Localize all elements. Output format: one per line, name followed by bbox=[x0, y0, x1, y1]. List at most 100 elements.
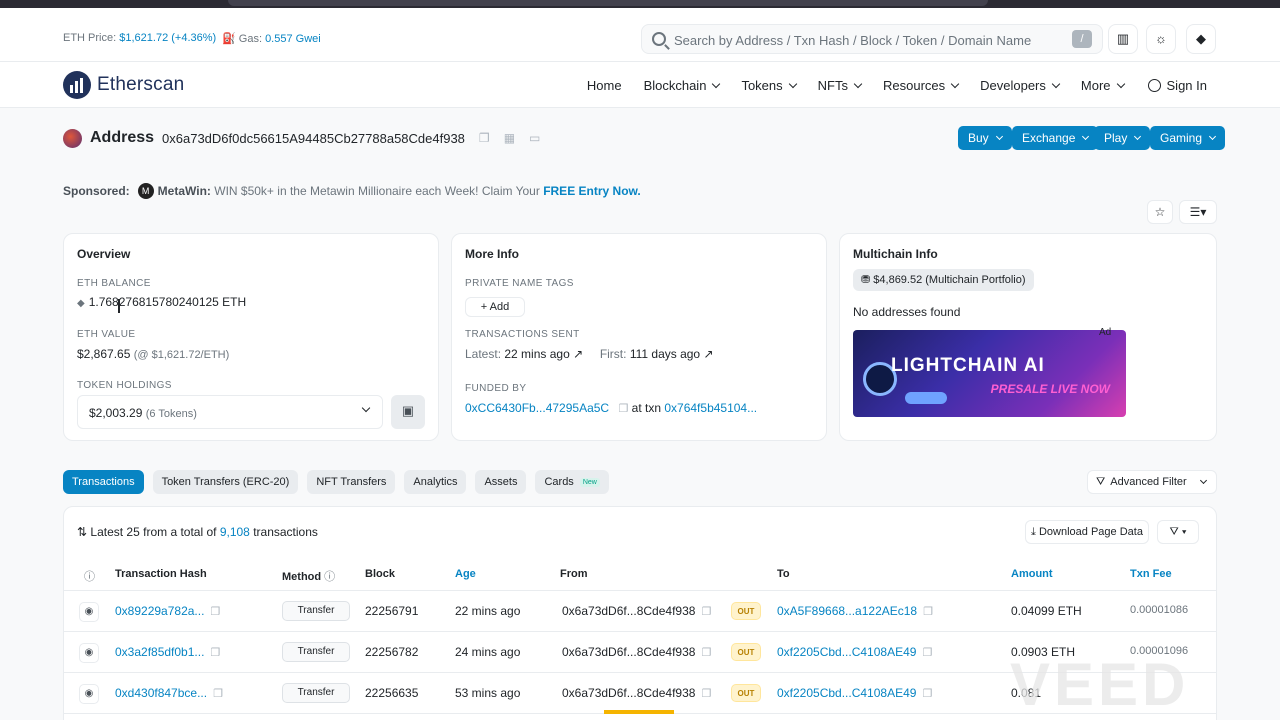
copy-icon[interactable]: ❐ bbox=[479, 131, 490, 145]
chevron-down-icon bbox=[853, 79, 863, 88]
block-link[interactable]: 22256791 bbox=[365, 604, 418, 618]
eye-icon[interactable]: ◉ bbox=[79, 684, 99, 704]
tab-token-transfers[interactable]: Token Transfers (ERC-20) bbox=[152, 470, 299, 494]
tx-age: 22 mins ago bbox=[455, 604, 521, 618]
nav-home[interactable]: Home bbox=[587, 78, 622, 93]
first-tx-link[interactable]: 111 days ago ↗ bbox=[630, 347, 714, 361]
tx-fee: 0.00001086 bbox=[1130, 604, 1189, 616]
eye-icon[interactable]: ◉ bbox=[79, 602, 99, 622]
sponsored-label: Sponsored: bbox=[63, 184, 130, 198]
copy-icon[interactable]: ❐ bbox=[922, 688, 932, 700]
star-icon[interactable]: ☆ bbox=[1147, 200, 1173, 224]
etherscan-logo[interactable]: Etherscan bbox=[63, 70, 184, 100]
nav-tokens[interactable]: Tokens bbox=[741, 78, 797, 93]
copy-icon[interactable]: ❐ bbox=[922, 647, 932, 659]
info-icon[interactable]: ⓘ bbox=[324, 571, 335, 583]
ethereum-icon[interactable]: ◆ bbox=[1186, 24, 1216, 54]
method-badge: Transfer bbox=[282, 642, 350, 662]
block-link[interactable]: 22256635 bbox=[365, 686, 418, 700]
copy-icon[interactable]: ❐ bbox=[210, 647, 220, 659]
funded-by-label: FUNDED BY bbox=[465, 383, 527, 394]
gas-value[interactable]: 0.557 Gwei bbox=[265, 33, 321, 45]
to-address-link[interactable]: 0xf2205Cbd...C4108AE49 bbox=[777, 645, 916, 659]
copy-icon[interactable]: ❐ bbox=[618, 403, 628, 415]
qr-code-icon[interactable]: ▦ bbox=[504, 131, 515, 145]
tx-age: 24 mins ago bbox=[455, 645, 521, 659]
main-navbar: Etherscan Home Blockchain Tokens NFTs Re… bbox=[0, 62, 1280, 108]
copy-icon[interactable]: ❐ bbox=[701, 647, 711, 659]
token-holdings-dropdown[interactable]: $2,003.29 (6 Tokens) bbox=[77, 395, 383, 429]
wallet-icon[interactable]: ▣ bbox=[391, 395, 425, 429]
comment-icon[interactable]: ▭ bbox=[529, 131, 540, 145]
book-icon[interactable]: ▥ bbox=[1108, 24, 1138, 54]
multichain-portfolio-button[interactable]: ⛃ $4,869.52 (Multichain Portfolio) bbox=[853, 269, 1034, 291]
nav-more[interactable]: More bbox=[1081, 78, 1125, 93]
sponsor-text: WIN $50k+ in the Metawin Millionaire eac… bbox=[214, 184, 540, 198]
sponsor-cta-link[interactable]: FREE Entry Now. bbox=[543, 184, 641, 198]
tab-assets[interactable]: Assets bbox=[475, 470, 527, 494]
sun-icon[interactable]: ☼ bbox=[1146, 24, 1176, 54]
chevron-down-icon bbox=[1208, 132, 1217, 141]
tab-nft-transfers[interactable]: NFT Transfers bbox=[307, 470, 396, 494]
nav-nfts[interactable]: NFTs bbox=[818, 78, 863, 93]
nav-developers[interactable]: Developers bbox=[980, 78, 1061, 93]
tx-amount: 0.04099 ETH bbox=[1011, 604, 1082, 618]
overview-title: Overview bbox=[77, 247, 131, 261]
download-page-data-button[interactable]: ⤓ Download Page Data bbox=[1025, 520, 1149, 544]
copy-icon[interactable]: ❐ bbox=[923, 606, 933, 618]
chevron-down-icon bbox=[995, 132, 1003, 141]
tx-hash-link[interactable]: 0xd430f847bce... bbox=[115, 686, 207, 700]
header-amount[interactable]: Amount bbox=[1011, 568, 1053, 580]
sign-in-link[interactable]: Sign In bbox=[1147, 78, 1207, 93]
to-address-link[interactable]: 0xf2205Cbd...C4108AE49 bbox=[777, 686, 916, 700]
nav-blockchain[interactable]: Blockchain bbox=[644, 78, 721, 93]
user-icon bbox=[1147, 78, 1161, 92]
tab-transactions[interactable]: Transactions bbox=[63, 470, 144, 494]
ad-banner[interactable]: LIGHTCHAIN AI PRESALE LIVE NOW bbox=[853, 330, 1126, 417]
table-filter-button[interactable]: ⛛ ▾ bbox=[1157, 520, 1199, 544]
tx-hash-link[interactable]: 0x89229a782a... bbox=[115, 604, 204, 618]
no-addresses-text: No addresses found bbox=[853, 305, 961, 319]
search-input[interactable]: Search by Address / Txn Hash / Block / T… bbox=[641, 24, 1103, 54]
chevron-down-icon bbox=[1082, 132, 1090, 141]
play-button[interactable]: Play bbox=[1094, 126, 1151, 150]
buy-button[interactable]: Buy bbox=[958, 126, 1012, 150]
header-txn-fee[interactable]: Txn Fee bbox=[1130, 568, 1172, 580]
copy-icon[interactable]: ❐ bbox=[213, 688, 223, 700]
add-tag-button[interactable]: + Add bbox=[465, 297, 525, 317]
from-address: 0x6a73dD6f...8Cde4f938 bbox=[562, 604, 696, 618]
tx-hash-link[interactable]: 0x3a2f85df0b1... bbox=[115, 645, 204, 659]
chevron-down-icon bbox=[1116, 79, 1125, 88]
tx-total-link[interactable]: 9,108 bbox=[220, 525, 250, 539]
browser-url-bar[interactable] bbox=[228, 0, 988, 6]
tab-cards[interactable]: Cards New bbox=[535, 470, 609, 494]
gaming-button[interactable]: Gaming bbox=[1150, 126, 1226, 150]
to-address-link[interactable]: 0xA5F89668...a122AEc18 bbox=[777, 604, 917, 618]
list-menu-icon[interactable]: ☰▾ bbox=[1179, 200, 1217, 224]
funded-by-address-link[interactable]: 0xCC6430Fb...47295Aa5C bbox=[465, 401, 609, 415]
filter-icon: ⛛ bbox=[1096, 475, 1106, 488]
tx-summary: ⇅ Latest 25 from a total of 9,108 transa… bbox=[77, 525, 318, 539]
chevron-down-icon bbox=[361, 403, 371, 413]
header-method: Method ⓘ bbox=[282, 571, 336, 583]
address-header: Address 0x6a73dD6f0dc56615A94485Cb27788a… bbox=[63, 126, 540, 150]
eye-icon[interactable]: ◉ bbox=[79, 643, 99, 663]
nav-resources[interactable]: Resources bbox=[883, 78, 960, 93]
copy-icon[interactable]: ❐ bbox=[701, 688, 711, 700]
overview-card: Overview ETH BALANCE ◆ 1.7682768157802401… bbox=[63, 233, 439, 441]
header-tx-hash: Transaction Hash bbox=[115, 568, 207, 580]
highlight-underline bbox=[604, 710, 674, 714]
exchange-button[interactable]: Exchange bbox=[1012, 126, 1099, 150]
token-count: (6 Tokens) bbox=[145, 408, 197, 420]
copy-icon[interactable]: ❐ bbox=[701, 606, 711, 618]
block-link[interactable]: 22256782 bbox=[365, 645, 418, 659]
video-watermark: VEED bbox=[1010, 651, 1190, 718]
funded-txn-link[interactable]: 0x764f5b45104... bbox=[664, 401, 757, 415]
help-icon[interactable]: ⓘ bbox=[84, 568, 95, 584]
latest-tx-link[interactable]: 22 mins ago ↗ bbox=[504, 347, 583, 361]
ad-label: Ad bbox=[1099, 327, 1112, 338]
header-age[interactable]: Age bbox=[455, 568, 476, 580]
copy-icon[interactable]: ❐ bbox=[210, 606, 220, 618]
advanced-filter-button[interactable]: ⛛ Advanced Filter bbox=[1087, 470, 1217, 494]
tab-analytics[interactable]: Analytics bbox=[404, 470, 467, 494]
